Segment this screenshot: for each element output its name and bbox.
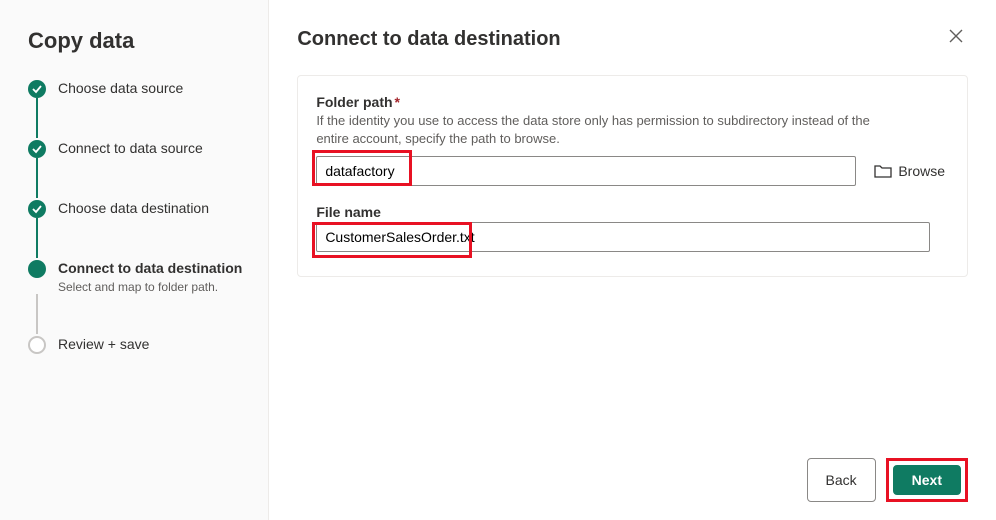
step-description: Select and map to folder path. — [58, 280, 242, 294]
step-connector — [36, 218, 38, 258]
close-icon — [948, 28, 964, 44]
page-title: Connect to data destination — [297, 28, 968, 51]
file-name-field-group: File name — [316, 204, 949, 252]
step-review-save[interactable]: Review + save — [28, 334, 256, 354]
browse-button[interactable]: Browse — [870, 161, 949, 181]
folder-path-input[interactable] — [316, 156, 856, 186]
browse-label: Browse — [898, 163, 945, 179]
form-panel: Folder path* If the identity you use to … — [297, 75, 968, 277]
step-connector — [36, 158, 38, 198]
step-connector — [36, 98, 38, 138]
step-label: Connect to data source — [58, 138, 203, 158]
folder-path-hint: If the identity you use to access the da… — [316, 112, 876, 148]
footer: Back Next — [297, 444, 968, 502]
next-button[interactable]: Next — [893, 465, 961, 495]
check-icon — [28, 80, 46, 98]
main-content: Connect to data destination Folder path*… — [269, 0, 996, 520]
step-choose-destination[interactable]: Choose data destination — [28, 198, 256, 218]
wizard-title: Copy data — [28, 28, 256, 54]
folder-path-label: Folder path* — [316, 94, 949, 110]
wizard-steps: Choose data source Connect to data sourc… — [28, 78, 256, 354]
highlight-next-button: Next — [886, 458, 968, 502]
step-label: Choose data source — [58, 78, 183, 98]
pending-step-icon — [28, 336, 46, 354]
step-label: Connect to data destination — [58, 258, 242, 278]
close-button[interactable] — [944, 24, 968, 48]
step-connect-destination[interactable]: Connect to data destination Select and m… — [28, 258, 256, 294]
step-connect-source[interactable]: Connect to data source — [28, 138, 256, 158]
label-text: Folder path — [316, 94, 392, 110]
wizard-sidebar: Copy data Choose data source Connect to … — [0, 0, 269, 520]
step-label: Choose data destination — [58, 198, 209, 218]
file-name-input[interactable] — [316, 222, 930, 252]
back-button[interactable]: Back — [807, 458, 876, 502]
step-choose-source[interactable]: Choose data source — [28, 78, 256, 98]
folder-icon — [874, 164, 892, 178]
folder-path-field-group: Folder path* If the identity you use to … — [316, 94, 949, 186]
step-connector — [36, 294, 38, 334]
required-marker: * — [395, 94, 400, 110]
file-name-label: File name — [316, 204, 949, 220]
current-step-icon — [28, 260, 46, 278]
check-icon — [28, 140, 46, 158]
check-icon — [28, 200, 46, 218]
step-label: Review + save — [58, 334, 149, 354]
